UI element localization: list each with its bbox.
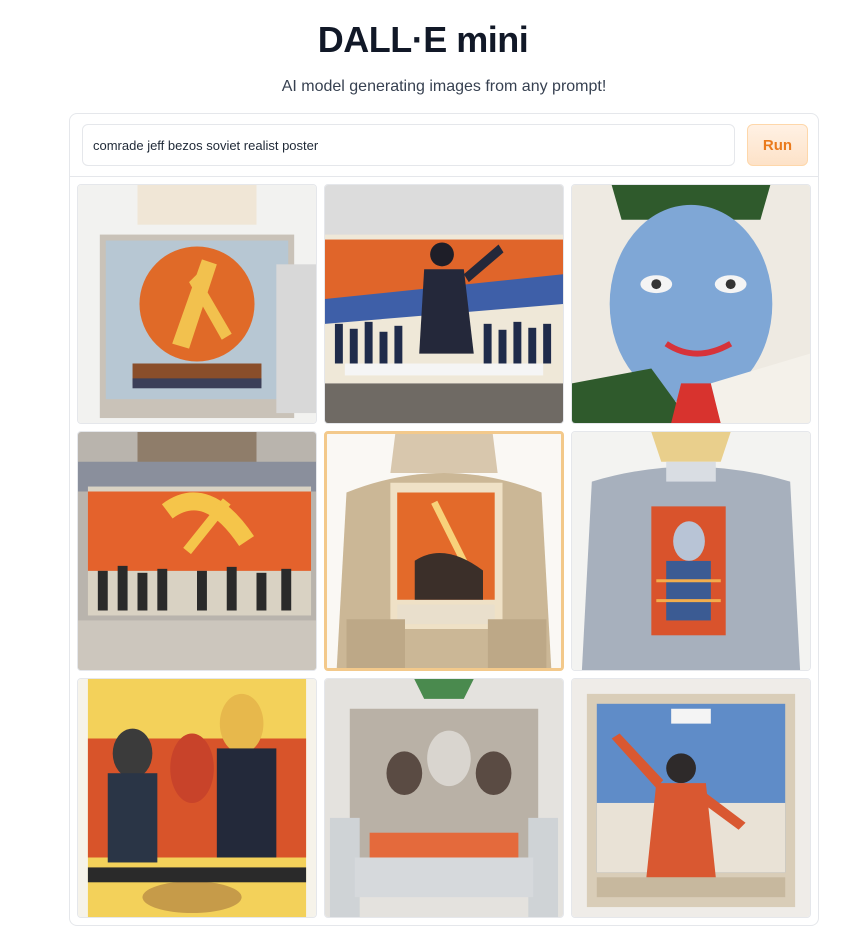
generated-image-5-art <box>327 434 561 668</box>
generated-image-9[interactable] <box>571 678 811 918</box>
generated-image-1[interactable] <box>77 184 317 424</box>
page-subtitle: AI model generating images from any prom… <box>281 78 607 95</box>
generated-image-9-art <box>572 679 810 917</box>
generated-image-6-art <box>572 432 810 670</box>
generated-image-3-art <box>572 185 810 423</box>
divider <box>70 176 818 177</box>
generated-image-8[interactable] <box>324 678 564 918</box>
run-button[interactable]: Run <box>747 124 808 166</box>
prompt-input[interactable] <box>82 124 735 166</box>
generated-image-6[interactable] <box>571 431 811 671</box>
generated-image-8-art <box>325 679 563 917</box>
generated-image-1-art <box>78 185 316 423</box>
generated-image-7[interactable] <box>77 678 317 918</box>
generated-image-2[interactable] <box>324 184 564 424</box>
generated-image-4[interactable] <box>77 431 317 671</box>
results-grid <box>77 184 813 920</box>
page-title: DALL·E mini <box>317 19 529 60</box>
prompt-row: Run <box>82 124 808 167</box>
generator-panel: Run <box>69 113 819 926</box>
generated-image-2-art <box>325 185 563 423</box>
generated-image-5[interactable] <box>324 431 564 671</box>
generated-image-3[interactable] <box>571 184 811 424</box>
dalle-mini-page: DALL·E mini AI model generating images f… <box>0 0 846 946</box>
generated-image-4-art <box>78 432 316 670</box>
generated-image-7-art <box>78 679 316 917</box>
